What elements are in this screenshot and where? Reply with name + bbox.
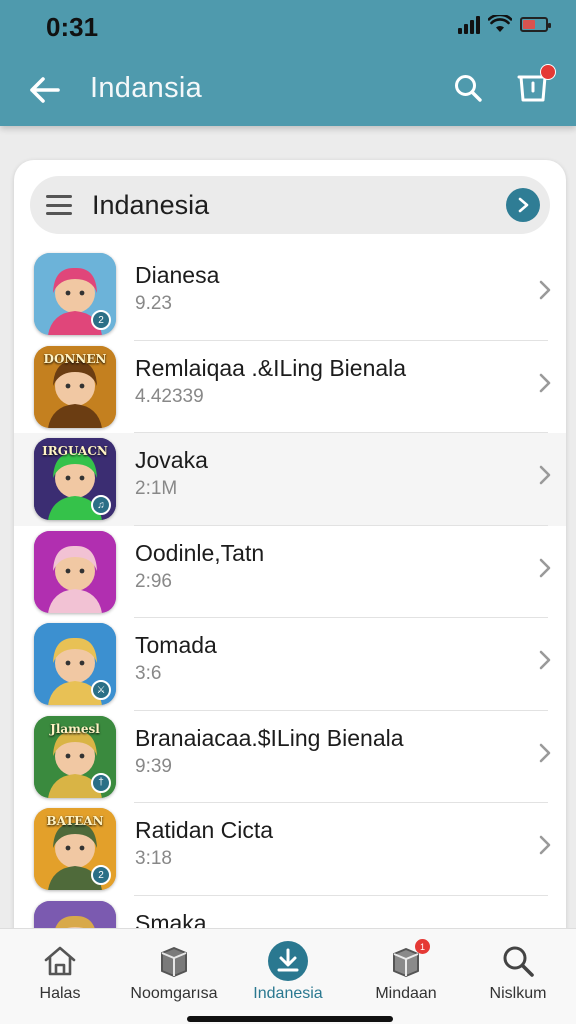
app-list-item[interactable]: 2 Dianesa 9.23 (14, 248, 566, 341)
app-icon-badge: 2 (91, 310, 111, 330)
page-title: Indansia (90, 72, 203, 104)
nav-item-box[interactable]: 1 Mindaan (346, 939, 466, 1009)
app-list-item[interactable]: DONNEN Remlaiqaa .&ILing Bienala 4.42339 (14, 341, 566, 434)
home-icon (44, 946, 76, 976)
nav-label: Indanesia (253, 985, 323, 1002)
chevron-right-icon (539, 558, 551, 577)
app-meta: 3:6 (135, 663, 162, 684)
app-icon: ⚔ (34, 623, 116, 705)
chevron-right-icon (539, 835, 551, 855)
chevron-right-icon (539, 743, 551, 762)
app-icon: BATEAN 2 (34, 808, 116, 890)
chevron-right-icon (539, 280, 551, 300)
content-card: Indanesia 2 Dianesa 9.23 DONNEN Remlaiqaa .&… (14, 160, 566, 960)
app-icon-text: IRGUACN (42, 444, 108, 458)
back-button[interactable] (22, 68, 66, 112)
app-icon-badge: ⚔ (91, 680, 111, 700)
search-button[interactable] (448, 68, 488, 108)
cart-button[interactable] (510, 62, 556, 108)
app-icon-badge: † (91, 772, 111, 793)
app-meta: 4.42339 (135, 385, 204, 407)
app-name: Jovaka (135, 447, 208, 473)
app-list: 2 Dianesa 9.23 DONNEN Remlaiqaa .&ILing Bien… (14, 248, 566, 960)
app-icon: IRGUACN ♫ (34, 438, 116, 520)
app-name: Ratidan Cicta (135, 817, 274, 843)
app-name: Remlaiqaa .&ILing Bienala (135, 354, 407, 381)
app-list-item[interactable]: BATEAN 2 Ratidan Cicta 3:18 (14, 803, 566, 896)
chevron-right-icon (518, 197, 529, 213)
nav-label: Nislkum (489, 985, 547, 1002)
app-name: Branaiacaa.$ILing Bienala (135, 724, 404, 751)
search-icon (503, 946, 534, 977)
nav-label: Halas (39, 985, 81, 1002)
chevron-right-icon (539, 373, 551, 392)
app-meta: 2:1M (135, 478, 178, 499)
bottom-nav: Halas Noomgarısa Indanesia 1 Mindaan Nis… (0, 928, 576, 1024)
cart-badge (540, 64, 556, 80)
signal-icon (458, 14, 480, 34)
app-meta: 9:39 (135, 755, 172, 777)
app-icon: Jlamesl † (34, 715, 116, 798)
search-bar[interactable]: Indanesia (30, 176, 550, 234)
chevron-right-icon (539, 650, 551, 670)
app-name: Tomada (135, 632, 217, 658)
app-bar: 0:31 Indansia (0, 0, 576, 126)
notification-badge: 1 (415, 939, 430, 954)
nav-label: Mindaan (375, 985, 437, 1002)
app-list-item[interactable]: ⚔ Tomada 3:6 (14, 618, 566, 711)
nav-label: Noomgarısa (130, 985, 218, 1002)
app-icon: 2 (34, 253, 116, 335)
app-icon: DONNEN (34, 345, 116, 428)
package-icon (161, 947, 187, 977)
status-time: 0:31 (46, 12, 99, 42)
app-icon-badge: ♫ (91, 495, 111, 515)
app-list-item[interactable]: Oodinle,Tatn 2:96 (14, 526, 566, 619)
app-list-item[interactable]: Jlamesl † Branaiacaa.$ILing Bienala 9:39 (14, 711, 566, 804)
home-indicator (187, 1016, 393, 1022)
menu-icon[interactable] (46, 195, 72, 215)
nav-item-packages[interactable]: Noomgarısa (114, 939, 234, 1009)
search-go-button[interactable] (506, 188, 540, 222)
arrow-left-icon (30, 77, 60, 103)
app-icon-badge: 2 (91, 865, 111, 885)
nav-item-search[interactable]: Nislkum (458, 939, 576, 1009)
app-meta: 9.23 (135, 293, 172, 314)
app-list-item[interactable]: IRGUACN ♫ Jovaka 2:1M (14, 433, 566, 526)
app-icon-text: BATEAN (46, 814, 104, 828)
chevron-right-icon (539, 465, 551, 485)
nav-item-home[interactable]: Halas (0, 939, 120, 1009)
app-icon-text: DONNEN (43, 351, 107, 366)
search-icon (455, 75, 482, 102)
app-meta: 3:18 (135, 848, 172, 869)
app-name: Dianesa (135, 262, 220, 288)
app-icon (34, 530, 116, 613)
wifi-icon (488, 15, 512, 32)
app-meta: 2:96 (135, 570, 172, 592)
status-icons (458, 14, 551, 34)
app-icon-text: Jlamesl (50, 721, 100, 736)
search-input[interactable]: Indanesia (92, 190, 209, 221)
nav-item-downloads[interactable]: Indanesia (228, 939, 348, 1009)
battery-icon (520, 16, 551, 32)
download-icon (268, 941, 308, 981)
app-name: Oodinle,Tatn (135, 539, 265, 566)
